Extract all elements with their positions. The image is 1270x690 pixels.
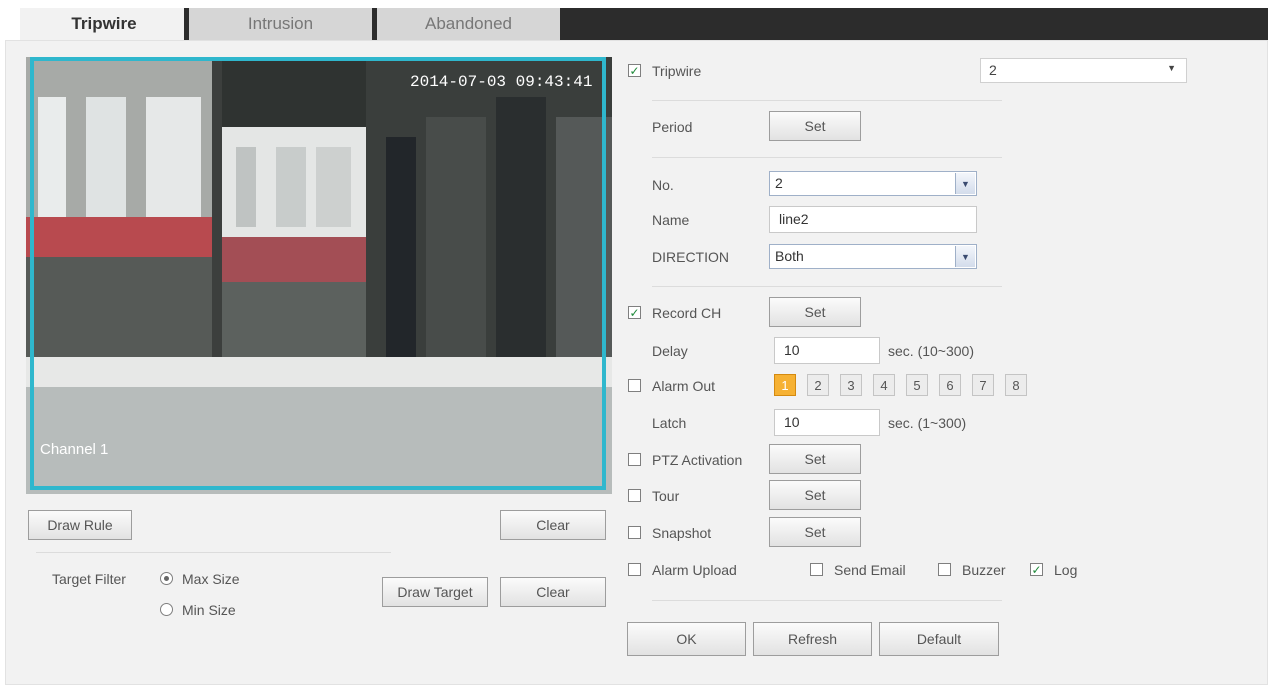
log-checkbox[interactable]: ✓	[1030, 563, 1043, 576]
divider	[36, 552, 391, 553]
chevron-down-icon: ▼	[955, 173, 975, 194]
divider	[652, 157, 1002, 158]
send-email-checkbox[interactable]	[810, 563, 823, 576]
chevron-down-icon: ▼	[1167, 63, 1176, 73]
divider	[652, 600, 1002, 601]
tour-checkbox[interactable]	[628, 489, 641, 502]
period-label: Period	[652, 119, 693, 135]
record-ch-checkbox[interactable]: ✓	[628, 306, 641, 319]
alarm-out-checkbox[interactable]	[628, 379, 641, 392]
name-input[interactable]: line2	[769, 206, 977, 233]
delay-label: Delay	[652, 343, 688, 359]
max-size-label: Max Size	[182, 571, 240, 587]
alarm-out-channel-5[interactable]: 5	[906, 374, 928, 396]
delay-input[interactable]: 10	[774, 337, 880, 364]
divider	[652, 100, 1002, 101]
max-size-radio[interactable]	[160, 572, 173, 585]
ptz-activation-label: PTZ Activation	[652, 452, 743, 468]
direction-label: DIRECTION	[652, 249, 729, 265]
tour-set-button[interactable]: Set	[769, 480, 861, 510]
tripwire-checkbox[interactable]: ✓	[628, 64, 641, 77]
latch-unit: sec. (1~300)	[888, 415, 967, 431]
check-mark-icon: ✓	[1031, 562, 1042, 577]
tripwire-select-value: 2	[989, 62, 997, 78]
no-label: No.	[652, 177, 674, 193]
tripwire-rule-frame[interactable]	[30, 57, 606, 490]
refresh-button[interactable]: Refresh	[753, 622, 872, 656]
name-label: Name	[652, 212, 690, 228]
buzzer-label: Buzzer	[962, 562, 1006, 578]
alarm-upload-label: Alarm Upload	[652, 562, 737, 578]
alarm-upload-checkbox[interactable]	[628, 563, 641, 576]
direction-select[interactable]: Both ▼	[769, 244, 977, 269]
alarm-out-channel-2[interactable]: 2	[807, 374, 829, 396]
check-mark-icon: ✓	[629, 63, 640, 78]
draw-target-button[interactable]: Draw Target	[382, 577, 488, 607]
alarm-out-channel-8[interactable]: 8	[1005, 374, 1027, 396]
default-button[interactable]: Default	[879, 622, 999, 656]
tour-label: Tour	[652, 488, 680, 504]
send-email-label: Send Email	[834, 562, 906, 578]
snapshot-label: Snapshot	[652, 525, 712, 541]
snapshot-checkbox[interactable]	[628, 526, 641, 539]
delay-unit: sec. (10~300)	[888, 343, 974, 359]
alarm-out-channel-3[interactable]: 3	[840, 374, 862, 396]
ptz-activation-checkbox[interactable]	[628, 453, 641, 466]
min-size-label: Min Size	[182, 602, 236, 618]
divider	[652, 286, 1002, 287]
alarm-out-channel-7[interactable]: 7	[972, 374, 994, 396]
alarm-out-label: Alarm Out	[652, 378, 716, 394]
tripwire-label: Tripwire	[652, 63, 702, 79]
tab-bar-background	[560, 8, 1268, 40]
snapshot-set-button[interactable]: Set	[769, 517, 861, 547]
check-mark-icon: ✓	[629, 305, 640, 320]
ptz-activation-set-button[interactable]: Set	[769, 444, 861, 474]
tab-tripwire[interactable]: Tripwire	[20, 8, 188, 40]
ok-button[interactable]: OK	[627, 622, 746, 656]
min-size-radio[interactable]	[160, 603, 173, 616]
no-select[interactable]: 2 ▼	[769, 171, 977, 196]
alarm-out-channel-1[interactable]: 1	[774, 374, 796, 396]
tab-intrusion[interactable]: Intrusion	[189, 8, 372, 40]
record-ch-label: Record CH	[652, 305, 722, 321]
clear-target-button[interactable]: Clear	[500, 577, 606, 607]
alarm-out-channel-4[interactable]: 4	[873, 374, 895, 396]
latch-input[interactable]: 10	[774, 409, 880, 436]
log-label: Log	[1054, 562, 1078, 578]
draw-rule-button[interactable]: Draw Rule	[28, 510, 132, 540]
latch-label: Latch	[652, 415, 687, 431]
direction-select-value: Both	[775, 248, 804, 264]
no-select-value: 2	[775, 175, 783, 191]
period-set-button[interactable]: Set	[769, 111, 861, 141]
tripwire-select[interactable]: 2 ▼	[980, 58, 1187, 83]
buzzer-checkbox[interactable]	[938, 563, 951, 576]
tab-abandoned[interactable]: Abandoned	[377, 8, 560, 40]
chevron-down-icon: ▼	[955, 246, 975, 267]
target-filter-label: Target Filter	[52, 571, 126, 587]
alarm-out-channel-6[interactable]: 6	[939, 374, 961, 396]
record-ch-set-button[interactable]: Set	[769, 297, 861, 327]
clear-rule-button[interactable]: Clear	[500, 510, 606, 540]
